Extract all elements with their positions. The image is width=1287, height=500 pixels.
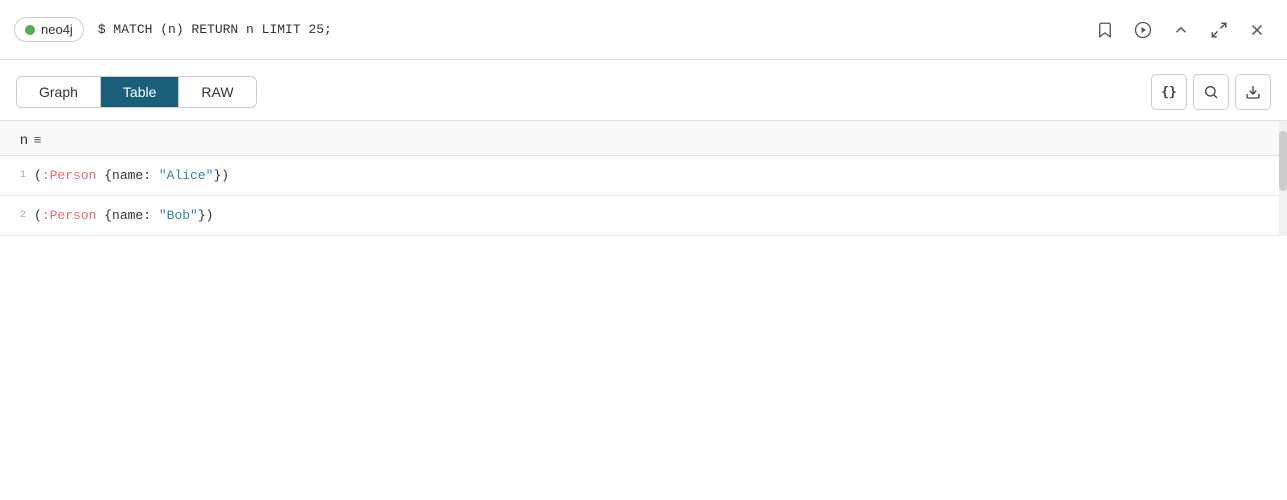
row-prefix-1: ( xyxy=(34,168,42,183)
play-icon xyxy=(1134,21,1152,39)
row-middle-2: {name: xyxy=(96,208,158,223)
toolbar-right: {} xyxy=(1151,74,1271,110)
tabs-group: Graph Table RAW xyxy=(16,76,257,108)
row-suffix-1: }) xyxy=(213,168,229,183)
scrollbar-track[interactable] xyxy=(1279,121,1287,236)
table-row: 2 (:Person {name: "Bob"}) xyxy=(0,196,1287,236)
run-button[interactable] xyxy=(1127,14,1159,46)
expand-icon xyxy=(1210,21,1228,39)
column-header-label: n xyxy=(20,131,28,147)
table-header: n ≡ xyxy=(0,121,1287,156)
table-row: 1 (:Person {name: "Alice"}) xyxy=(0,156,1287,196)
tab-raw[interactable]: RAW xyxy=(179,77,255,107)
row-value-1: "Alice" xyxy=(159,168,214,183)
row-suffix-2: }) xyxy=(198,208,214,223)
row-number-1: 1 xyxy=(8,168,26,181)
tab-graph[interactable]: Graph xyxy=(17,77,101,107)
neo4j-badge: neo4j xyxy=(14,17,84,42)
table-body: 1 (:Person {name: "Alice"}) 2 (:Person {… xyxy=(0,156,1287,236)
scrollbar-thumb[interactable] xyxy=(1279,131,1287,191)
collapse-button[interactable] xyxy=(1165,14,1197,46)
column-header-n: n ≡ xyxy=(20,131,1267,147)
expand-button[interactable] xyxy=(1203,14,1235,46)
bookmark-button[interactable] xyxy=(1089,14,1121,46)
row-cell-1: (:Person {name: "Alice"}) xyxy=(34,168,229,183)
connection-status-dot xyxy=(25,25,35,35)
close-icon xyxy=(1248,21,1266,39)
close-button[interactable] xyxy=(1241,14,1273,46)
row-number-2: 2 xyxy=(8,208,26,221)
tab-bar: Graph Table RAW {} xyxy=(0,60,1287,121)
row-middle-1: {name: xyxy=(96,168,158,183)
neo4j-badge-label: neo4j xyxy=(41,22,73,37)
braces-button[interactable]: {} xyxy=(1151,74,1187,110)
tab-table[interactable]: Table xyxy=(101,77,179,107)
row-label-1: :Person xyxy=(42,168,97,183)
query-text: $ MATCH (n) RETURN n LIMIT 25; xyxy=(94,22,1079,37)
top-bar-actions xyxy=(1089,14,1273,46)
content-area: n ≡ 1 (:Person {name: "Alice"}) 2 (:Pers… xyxy=(0,121,1287,236)
row-label-2: :Person xyxy=(42,208,97,223)
search-icon xyxy=(1203,84,1219,100)
download-button[interactable] xyxy=(1235,74,1271,110)
row-value-2: "Bob" xyxy=(159,208,198,223)
download-icon xyxy=(1245,84,1261,100)
bookmark-icon xyxy=(1096,21,1114,39)
search-button[interactable] xyxy=(1193,74,1229,110)
chevron-up-icon xyxy=(1172,21,1190,39)
top-bar: neo4j $ MATCH (n) RETURN n LIMIT 25; xyxy=(0,0,1287,60)
row-prefix-2: ( xyxy=(34,208,42,223)
row-cell-2: (:Person {name: "Bob"}) xyxy=(34,208,213,223)
column-sort-icon: ≡ xyxy=(34,132,42,147)
braces-icon: {} xyxy=(1161,85,1177,100)
